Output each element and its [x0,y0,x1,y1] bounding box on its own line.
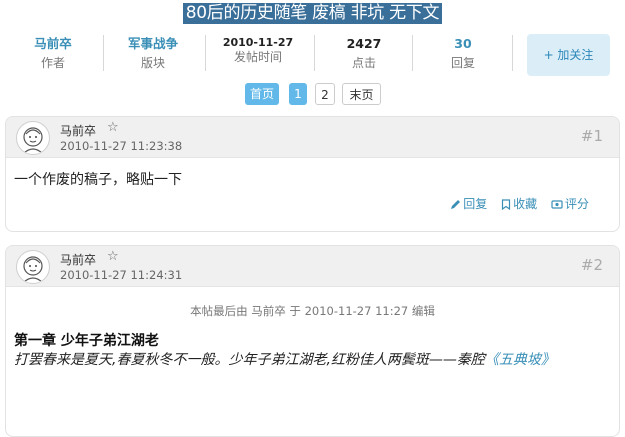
stat-board[interactable]: 军事战争 版块 [116,29,190,83]
divider [205,35,206,71]
reply-button[interactable]: 回复 [450,197,491,211]
clicks-label: 点击 [351,56,376,70]
chapter-heading: 第一章 少年子弟江湖老 [14,333,159,349]
page-1-button[interactable]: 1 [289,83,307,105]
floor-number: #2 [580,256,603,274]
rate-button[interactable]: 评分 [551,197,589,211]
board-label: 版块 [140,56,165,70]
bookmark-icon [502,199,511,211]
divider [512,35,513,71]
thread-stats: 马前卒 作者 军事战争 版块 2010-11-27 发帖时间 2427 点击 3… [0,29,625,83]
post-header: 马前卒 ☆ 2010-11-27 11:23:38 #1 [6,117,619,158]
rate-icon [551,200,563,209]
thread-title-wrap: 80后的历史随笔 废槁 非坑 无下文 [0,3,625,24]
excerpt-text: 打罢春来是夏天,春夏秋冬不一般。少年子弟江湖老,红粉佳人两鬓斑——秦腔 [14,352,485,368]
post-time-label: 发帖时间 [233,50,282,64]
replies-value: 30 [454,36,472,51]
author-name[interactable]: 马前卒 [19,36,87,52]
star-icon[interactable]: ☆ [107,120,119,135]
post-author[interactable]: 马前卒 [60,251,96,268]
floor-number: #1 [580,127,603,145]
post-author[interactable]: 马前卒 [60,122,96,139]
avatar-face-icon [22,256,44,283]
post-2: 马前卒 ☆ 2010-11-27 11:24:31 #2 本帖最后由 马前卒 于… [5,245,620,437]
favorite-button[interactable]: 收藏 [501,197,541,211]
divider [103,35,104,71]
post-time: 2010-11-27 11:24:31 [60,268,183,282]
divider [412,35,413,71]
stat-author[interactable]: 马前卒 作者 [19,29,87,83]
page-2-button[interactable]: 2 [315,83,335,105]
post-body: 一个作废的稿子，略贴一下 [14,172,182,188]
page-first-button[interactable]: 首页 [245,83,279,105]
post-time: 2010-11-27 11:23:38 [60,139,183,153]
post-actions: 回复 收藏 评分 [440,195,589,212]
post-time-value: 2010-11-27 [222,36,294,46]
stat-clicks: 2427 点击 [334,29,394,83]
pagination: 首页 1 2 末页 [0,83,625,107]
stat-post-time: 2010-11-27 发帖时间 [216,29,300,83]
reply-label: 回复 [463,197,488,211]
star-icon[interactable]: ☆ [107,249,119,264]
author-label: 作者 [40,56,65,70]
book-title-link[interactable]: 《五典坡》 [485,352,555,368]
post-1: 马前卒 ☆ 2010-11-27 11:23:38 #1 一个作废的稿子，略贴一… [5,116,620,232]
rate-label: 评分 [564,197,589,211]
clicks-value: 2427 [346,36,382,51]
avatar[interactable] [16,250,50,284]
pencil-icon [451,200,461,209]
edit-note: 本帖最后由 马前卒 于 2010-11-27 11:27 编辑 [190,304,435,318]
avatar[interactable] [16,121,50,155]
post-header: 马前卒 ☆ 2010-11-27 11:24:31 #2 [6,246,619,287]
stat-replies: 30 回复 [433,29,493,83]
thread-title: 80后的历史随笔 废槁 非坑 无下文 [182,3,443,24]
replies-label: 回复 [450,56,475,70]
page-last-button[interactable]: 末页 [342,83,381,105]
divider [314,35,315,71]
post-excerpt: 打罢春来是夏天,春夏秋冬不一般。少年子弟江湖老,红粉佳人两鬓斑——秦腔《五典坡》 [14,350,606,371]
avatar-face-icon [22,127,44,154]
follow-button[interactable]: + 加关注 [527,34,610,76]
board-name[interactable]: 军事战争 [116,36,190,52]
favorite-label: 收藏 [513,197,538,211]
